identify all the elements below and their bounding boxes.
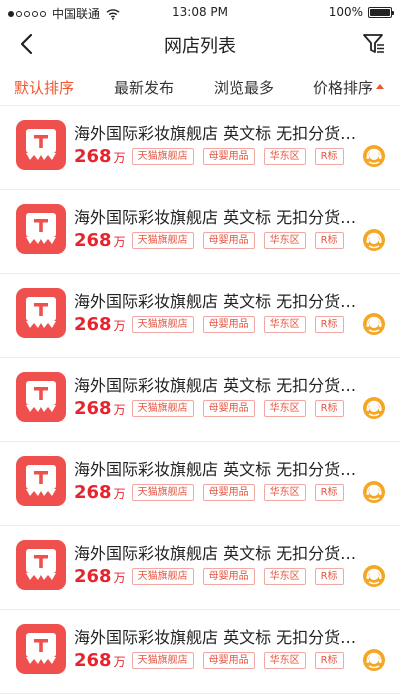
shop-tag: 母婴用品	[202, 568, 255, 585]
price-unit: 万	[113, 151, 126, 165]
shop-logo	[16, 120, 66, 170]
shop-tag: 天猫旗舰店	[131, 652, 194, 669]
filter-button[interactable]	[360, 30, 388, 58]
shop-name: 海外国际彩妆旗舰店 英文标 无扣分货…	[74, 460, 357, 479]
shop-tag: R标	[314, 568, 344, 585]
battery-icon	[368, 6, 394, 18]
shop-name: 海外国际彩妆旗舰店 英文标 无扣分货…	[74, 292, 357, 311]
price-unit: 万	[113, 403, 126, 417]
shop-list-item[interactable]: 海外国际彩妆旗舰店 英文标 无扣分货… 268 万天猫旗舰店 母婴用品 华东区 R标	[0, 358, 400, 442]
price-row: 268 万天猫旗舰店 母婴用品 华东区 R标	[74, 398, 353, 420]
shop-tag: 母婴用品	[202, 652, 255, 669]
shop-tag: 母婴用品	[202, 148, 255, 165]
customer-service-icon[interactable]	[362, 228, 386, 252]
price-unit: 万	[113, 319, 126, 333]
tmall-logo-icon	[26, 465, 56, 496]
shop-tag: 华东区	[263, 148, 306, 165]
shop-tag: R标	[314, 400, 344, 417]
shop-name: 海外国际彩妆旗舰店 英文标 无扣分货…	[74, 208, 357, 227]
customer-service-icon[interactable]	[362, 564, 386, 588]
shop-tag: 天猫旗舰店	[131, 568, 194, 585]
shop-name: 海外国际彩妆旗舰店 英文标 无扣分货…	[74, 376, 357, 395]
shop-price: 268	[74, 398, 112, 419]
shop-logo	[16, 288, 66, 338]
status-right: 100%	[328, 5, 394, 19]
shop-price: 268	[74, 566, 112, 587]
shop-name: 海外国际彩妆旗舰店 英文标 无扣分货…	[74, 124, 357, 143]
price-row: 268 万天猫旗舰店 母婴用品 华东区 R标	[74, 146, 353, 168]
shop-tag: 母婴用品	[202, 400, 255, 417]
shop-tag: 华东区	[263, 232, 306, 249]
shop-list-item[interactable]: 海外国际彩妆旗舰店 英文标 无扣分货… 268 万天猫旗舰店 母婴用品 华东区 R标	[0, 610, 400, 694]
shop-list-item[interactable]: 海外国际彩妆旗舰店 英文标 无扣分货… 268 万天猫旗舰店 母婴用品 华东区 R标	[0, 190, 400, 274]
shop-logo	[16, 540, 66, 590]
shop-tag: R标	[314, 652, 344, 669]
shop-name: 海外国际彩妆旗舰店 英文标 无扣分货…	[74, 544, 357, 563]
shop-list-item[interactable]: 海外国际彩妆旗舰店 英文标 无扣分货… 268 万天猫旗舰店 母婴用品 华东区 R标	[0, 274, 400, 358]
tmall-logo-icon	[26, 129, 56, 160]
shop-tag: 母婴用品	[202, 484, 255, 501]
shop-list-item[interactable]: 海外国际彩妆旗舰店 英文标 无扣分货… 268 万天猫旗舰店 母婴用品 华东区 R标	[0, 526, 400, 610]
price-row: 268 万天猫旗舰店 母婴用品 华东区 R标	[74, 314, 353, 336]
shop-name: 海外国际彩妆旗舰店 英文标 无扣分货…	[74, 628, 357, 647]
status-bar: 中国联通 13:08 PM 100%	[0, 0, 400, 24]
shop-list-item[interactable]: 海外国际彩妆旗舰店 英文标 无扣分货… 268 万天猫旗舰店 母婴用品 华东区 R标	[0, 442, 400, 526]
price-unit: 万	[113, 235, 126, 249]
tmall-logo-icon	[26, 213, 56, 244]
customer-service-icon[interactable]	[362, 312, 386, 336]
price-row: 268 万天猫旗舰店 母婴用品 华东区 R标	[74, 230, 353, 252]
tmall-logo-icon	[26, 633, 56, 664]
customer-service-icon[interactable]	[362, 396, 386, 420]
shop-price: 268	[74, 482, 112, 503]
shop-tag: 天猫旗舰店	[131, 232, 194, 249]
shop-list-item[interactable]: 海外国际彩妆旗舰店 英文标 无扣分货… 268 万天猫旗舰店 母婴用品 华东区 R标	[0, 106, 400, 190]
tmall-logo-icon	[26, 381, 56, 412]
tmall-logo-icon	[26, 297, 56, 328]
customer-service-icon[interactable]	[362, 144, 386, 168]
shop-tag: 天猫旗舰店	[131, 316, 194, 333]
shop-tag: 华东区	[263, 400, 306, 417]
shop-tag: 天猫旗舰店	[131, 148, 194, 165]
shop-price: 268	[74, 650, 112, 671]
price-unit: 万	[113, 487, 126, 501]
shop-tag: 母婴用品	[202, 316, 255, 333]
shop-logo	[16, 204, 66, 254]
price-row: 268 万天猫旗舰店 母婴用品 华东区 R标	[74, 650, 353, 672]
sort-tabs: 默认排序 最新发布 浏览最多 价格排序	[0, 66, 400, 106]
tab-latest[interactable]: 最新发布	[114, 77, 174, 98]
filter-icon	[363, 34, 384, 53]
shop-price: 268	[74, 314, 112, 335]
shop-tag: R标	[314, 316, 344, 333]
price-unit: 万	[113, 655, 126, 669]
shop-tag: 母婴用品	[202, 232, 255, 249]
shop-logo	[16, 372, 66, 422]
shop-tag: 华东区	[263, 568, 306, 585]
tab-price-sort[interactable]: 价格排序	[313, 77, 385, 98]
price-row: 268 万天猫旗舰店 母婴用品 华东区 R标	[74, 566, 353, 588]
page-title: 网店列表	[164, 36, 236, 57]
shop-tag: R标	[314, 232, 344, 249]
tab-default-sort[interactable]: 默认排序	[14, 77, 74, 98]
customer-service-icon[interactable]	[362, 648, 386, 672]
customer-service-icon[interactable]	[362, 480, 386, 504]
shop-tag: 华东区	[263, 316, 306, 333]
price-unit: 万	[113, 571, 126, 585]
shop-tag: 华东区	[263, 652, 306, 669]
shop-tag: 华东区	[263, 484, 306, 501]
price-row: 268 万天猫旗舰店 母婴用品 华东区 R标	[74, 482, 353, 504]
shop-tag: 天猫旗舰店	[131, 400, 194, 417]
tmall-logo-icon	[26, 549, 56, 580]
shop-tag: R标	[314, 148, 344, 165]
shop-logo	[16, 456, 66, 506]
battery-percent: 100%	[328, 5, 363, 19]
navigation-bar: 网店列表	[0, 24, 400, 64]
shop-price: 268	[74, 230, 112, 251]
shop-tag: R标	[314, 484, 344, 501]
sort-up-icon	[376, 84, 385, 89]
shop-price: 268	[74, 146, 112, 167]
tab-most-viewed[interactable]: 浏览最多	[214, 77, 274, 98]
shop-logo	[16, 624, 66, 674]
shop-tag: 天猫旗舰店	[131, 484, 194, 501]
